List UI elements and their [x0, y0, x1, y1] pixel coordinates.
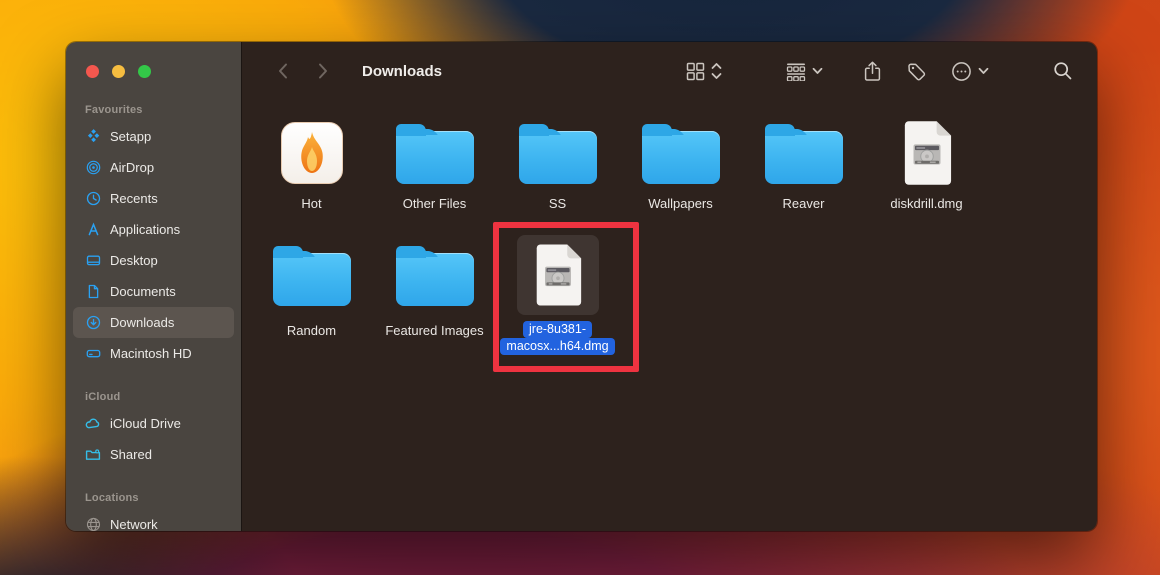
hot-app-icon: [250, 118, 373, 188]
search-button[interactable]: [1053, 61, 1073, 81]
file-name: Reaver: [782, 196, 825, 211]
folder-wallpapers[interactable]: Wallpapers: [619, 118, 742, 211]
sidebar-item-setapp[interactable]: Setapp: [73, 121, 234, 152]
selected-disk-image-icon: [516, 235, 599, 315]
minimize-button[interactable]: [112, 65, 125, 78]
folder-ss[interactable]: SS: [496, 118, 619, 211]
folder-icon: [373, 118, 496, 188]
folder-reaver[interactable]: Reaver: [742, 118, 865, 211]
sidebar-item-label: Setapp: [110, 129, 152, 144]
file-row-1: Hot Other Files SS Wallpapers Reaver dis…: [242, 118, 1097, 211]
sidebar-item-label: iCloud Drive: [110, 416, 181, 431]
sidebar-section-favourites: Favourites: [85, 104, 143, 116]
shared-folder-icon: [85, 447, 101, 463]
sidebar-item-label: Downloads: [110, 315, 175, 330]
clock-icon: [85, 191, 101, 207]
sidebar-section-icloud: iCloud: [85, 391, 121, 403]
sidebar-item-label: Desktop: [110, 253, 158, 268]
close-button[interactable]: [86, 65, 99, 78]
selected-file-name-line1: jre-8u381-: [523, 321, 592, 338]
sidebar-item-label: Applications: [110, 222, 181, 237]
folder-featured-images[interactable]: Featured Images: [373, 235, 496, 355]
icon-view-button[interactable]: [686, 62, 705, 81]
back-button[interactable]: [272, 60, 294, 82]
sidebar-item-shared[interactable]: Shared: [73, 439, 234, 470]
applications-icon: [85, 222, 101, 238]
sidebar-item-recents[interactable]: Recents: [73, 183, 234, 214]
hard-drive-icon: [85, 346, 101, 362]
file-browser-content: Hot Other Files SS Wallpapers Reaver dis…: [242, 100, 1097, 531]
more-actions-chevron-icon[interactable]: [978, 67, 989, 75]
sidebar-item-desktop[interactable]: Desktop: [73, 245, 234, 276]
setapp-icon: [85, 129, 101, 145]
folder-icon: [250, 235, 373, 315]
sidebar-item-icloud-drive[interactable]: iCloud Drive: [73, 408, 234, 439]
folder-icon: [373, 235, 496, 315]
file-name: Hot: [301, 196, 322, 211]
file-name: diskdrill.dmg: [890, 196, 963, 211]
cloud-icon: [85, 416, 101, 432]
share-button[interactable]: [863, 61, 882, 82]
sidebar-item-label: Documents: [110, 284, 176, 299]
sidebar-item-documents[interactable]: Documents: [73, 276, 234, 307]
view-chooser-chevrons-icon[interactable]: [711, 62, 722, 80]
folder-icon: [496, 118, 619, 188]
selected-file-name-line2: macosx...h64.dmg: [500, 338, 615, 355]
sidebar-item-label: Network: [110, 517, 158, 531]
disk-image-icon: [865, 118, 988, 188]
tags-button[interactable]: [906, 61, 927, 82]
airdrop-icon: [85, 160, 101, 176]
finder-window: Favourites Setapp AirDrop Recents Applic…: [66, 42, 1097, 531]
sidebar-item-network[interactable]: Network: [73, 509, 234, 531]
selected-file-name: jre-8u381- macosx...h64.dmg: [500, 321, 615, 355]
forward-button[interactable]: [312, 60, 334, 82]
file-diskdrill-dmg[interactable]: diskdrill.dmg: [865, 118, 988, 211]
folder-random[interactable]: Random: [250, 235, 373, 355]
traffic-lights: [66, 42, 241, 78]
sidebar-item-airdrop[interactable]: AirDrop: [73, 152, 234, 183]
sidebar-item-label: AirDrop: [110, 160, 155, 175]
file-name: SS: [548, 196, 567, 211]
desktop-wallpaper: Favourites Setapp AirDrop Recents Applic…: [0, 0, 1160, 575]
document-icon: [85, 284, 101, 300]
file-hot[interactable]: Hot: [250, 118, 373, 211]
file-name: Other Files: [402, 196, 467, 211]
file-row-2: Random Featured Images jre-8u381- macosx…: [242, 235, 1097, 355]
sidebar-item-downloads[interactable]: Downloads: [73, 307, 234, 338]
sidebar-item-applications[interactable]: Applications: [73, 214, 234, 245]
zoom-button[interactable]: [138, 65, 151, 78]
sidebar-item-label: Recents: [110, 191, 158, 206]
folder-icon: [742, 118, 865, 188]
file-name: Wallpapers: [648, 196, 713, 211]
file-name: Random: [286, 323, 337, 338]
desktop-icon: [85, 253, 101, 269]
toolbar: Downloads: [242, 42, 1097, 100]
file-jre-dmg-selected[interactable]: jre-8u381- macosx...h64.dmg: [496, 235, 619, 355]
folder-other-files[interactable]: Other Files: [373, 118, 496, 211]
group-by-button[interactable]: [786, 62, 806, 81]
more-actions-button[interactable]: [951, 61, 972, 82]
group-by-chevron-icon[interactable]: [812, 67, 823, 75]
sidebar-item-macintosh-hd[interactable]: Macintosh HD: [73, 338, 234, 369]
window-title: Downloads: [362, 62, 443, 80]
sidebar-item-label: Shared: [110, 447, 152, 462]
downloads-icon: [85, 315, 101, 331]
finder-main-pane: Downloads Hot Other Files SS Wallpapers …: [241, 42, 1097, 531]
sidebar-section-locations: Locations: [85, 492, 139, 504]
finder-sidebar: Favourites Setapp AirDrop Recents Applic…: [66, 42, 241, 531]
globe-icon: [85, 517, 101, 531]
sidebar-item-label: Macintosh HD: [110, 346, 192, 361]
folder-icon: [619, 118, 742, 188]
file-name: Featured Images: [385, 323, 484, 338]
